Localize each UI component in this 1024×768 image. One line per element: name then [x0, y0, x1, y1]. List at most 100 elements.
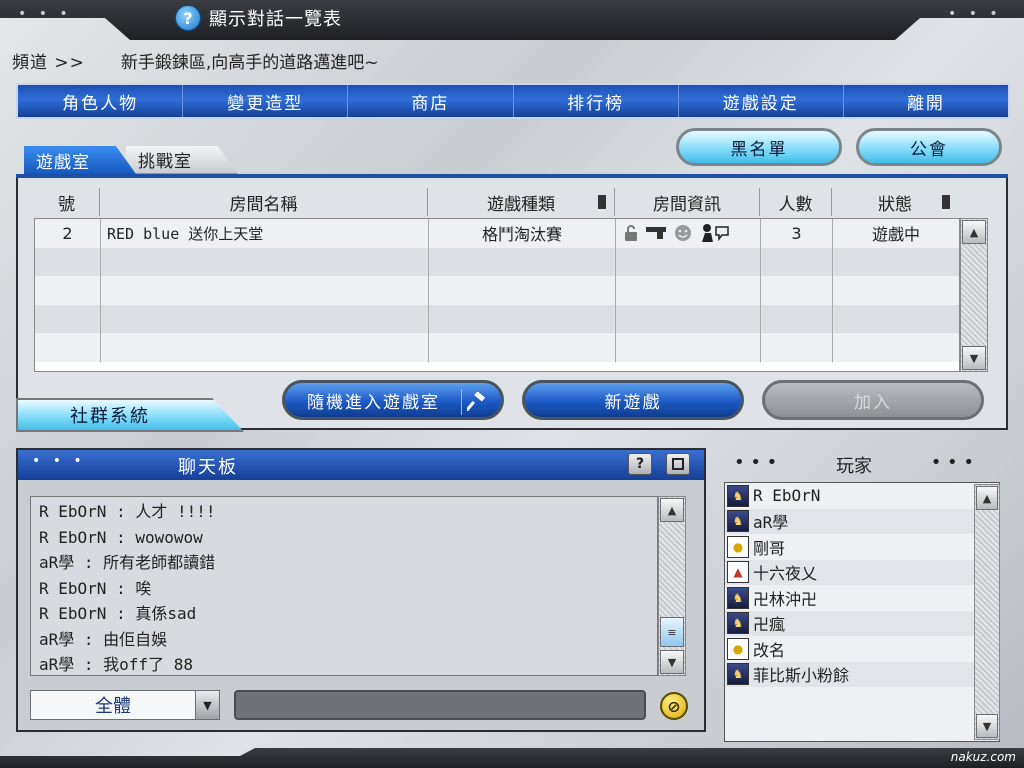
players-dots-left: • • •	[734, 452, 778, 473]
col-status[interactable]: 狀態	[832, 188, 958, 216]
guild-button[interactable]: 公會	[856, 128, 1002, 166]
player-list-scrollbar[interactable]: ▲ ▼	[974, 484, 1000, 740]
chat-header-dots: • • •	[32, 453, 86, 469]
menu-shop[interactable]: 商店	[348, 85, 514, 117]
avatar: ♞	[727, 612, 749, 635]
player-name: R EbOrN	[753, 486, 821, 506]
list-item[interactable]: ● 改名	[725, 636, 999, 662]
scroll-thumb[interactable]: ≡	[660, 617, 684, 647]
list-item[interactable]: ● 剛哥	[725, 534, 999, 560]
room-game-type: 格鬥淘汰賽	[429, 219, 616, 248]
menu-exit[interactable]: 離開	[844, 85, 1008, 117]
random-join-button[interactable]: 隨機進入遊戲室	[282, 380, 504, 420]
filter-icon[interactable]	[942, 195, 950, 209]
chat-log: R EbOrN : 人才 !!!! R EbOrN : wowowow aR學 …	[30, 496, 658, 676]
chat-message: R EbOrN : wowowow	[39, 527, 203, 547]
room-panel-accent	[16, 174, 1008, 178]
title-dots-left: • • •	[18, 6, 72, 22]
chat-message: aR學 : 我off了 88	[39, 655, 193, 674]
room-player-count: 3	[761, 219, 833, 248]
room-status: 遊戲中	[871, 225, 920, 245]
scroll-down-icon[interactable]: ▼	[660, 650, 684, 674]
avatar: ▲	[727, 561, 749, 584]
channel-row: 頻道 >> 新手鍛鍊區,向高手的道路邁進吧~	[12, 48, 379, 73]
room-name: RED blue 送你上天堂	[101, 219, 429, 248]
list-item[interactable]: ♞ 菲比斯小粉餘 ⚔	[725, 661, 999, 687]
col-player-count[interactable]: 人數	[760, 188, 832, 216]
list-item[interactable]: ♞ R EbOrN	[725, 483, 999, 509]
player-name: 改名	[753, 640, 786, 660]
player-icon	[698, 223, 732, 243]
chat-input[interactable]	[234, 690, 646, 720]
avatar: ♞	[727, 663, 749, 686]
chat-scope-value: 全體	[95, 696, 131, 717]
block-icon[interactable]: ⊘	[660, 692, 688, 720]
scroll-up-icon[interactable]: ▲	[976, 486, 998, 510]
player-name: 卍瘋	[753, 615, 786, 635]
hammer-icon	[461, 389, 491, 415]
menu-ranking[interactable]: 排行榜	[514, 85, 679, 117]
scroll-up-icon[interactable]: ▲	[660, 498, 684, 522]
room-list: 2 RED blue 送你上天堂 格鬥淘汰賽 3 遊戲中	[34, 218, 960, 372]
tab-challenge-room[interactable]: 挑戰室	[126, 146, 238, 174]
chat-message: aR學 : 由佢自娛	[39, 629, 168, 649]
list-item[interactable]: ♞ 卍瘋 ⚔	[725, 610, 999, 636]
avatar: ●	[727, 637, 749, 660]
title-bar	[0, 0, 1024, 40]
smile-icon	[672, 223, 694, 243]
scroll-up-icon[interactable]: ▲	[962, 220, 986, 244]
gun-icon	[646, 223, 668, 243]
col-room-info[interactable]: 房間資訊	[615, 188, 760, 216]
blacklist-button[interactable]: 黑名單	[676, 128, 842, 166]
player-name: 十六夜乂	[753, 564, 818, 584]
col-game-type[interactable]: 遊戲種類	[428, 188, 615, 216]
table-row[interactable]	[35, 247, 959, 276]
main-menu: 角色人物 變更造型 商店 排行榜 遊戲設定 離開	[16, 83, 1010, 119]
chat-scrollbar[interactable]: ▲ ≡ ▼	[658, 496, 686, 676]
players-header: • • • 玩家 • • •	[734, 452, 974, 478]
player-list: ♞ R EbOrN ♞ aR學 ● 剛哥 ▲ 十六夜乂 ♞ 卍林沖卍 ⚔ ♞ 卍…	[724, 482, 1000, 742]
avatar: ♞	[727, 484, 749, 507]
table-row[interactable]	[35, 304, 959, 333]
window-title-text: 顯示對話一覽表	[209, 9, 342, 30]
tab-social-system[interactable]: 社群系統	[16, 398, 244, 432]
scroll-down-icon[interactable]: ▼	[976, 714, 998, 738]
col-number[interactable]: 號	[34, 188, 100, 216]
help-icon[interactable]: ?	[175, 5, 201, 31]
col-game-type-label: 遊戲種類	[487, 194, 555, 215]
title-dots-right: • • •	[948, 6, 1002, 22]
chevron-down-icon[interactable]: ▼	[195, 691, 219, 719]
player-name: aR學	[753, 513, 789, 533]
watermark: nakuz.com	[950, 750, 1016, 764]
chat-scope-select[interactable]: 全體 ▼	[30, 690, 220, 720]
table-row[interactable]	[35, 276, 959, 305]
menu-character[interactable]: 角色人物	[18, 85, 184, 117]
channel-label: 頻道 >>	[12, 53, 85, 73]
col-room-name[interactable]: 房間名稱	[100, 188, 428, 216]
table-row[interactable]: 2 RED blue 送你上天堂 格鬥淘汰賽 3 遊戲中	[35, 219, 959, 248]
room-table-header: 號 房間名稱 遊戲種類 房間資訊 人數 狀態	[34, 188, 988, 216]
col-status-label: 狀態	[878, 194, 912, 215]
list-item[interactable]: ♞ aR學	[725, 508, 999, 534]
chat-window-icon[interactable]	[666, 453, 690, 475]
player-name: 卍林沖卍	[753, 589, 818, 609]
join-button[interactable]: 加入	[762, 380, 984, 420]
channel-message: 新手鍛鍊區,向高手的道路邁進吧~	[120, 53, 379, 73]
players-dots-right: • • •	[930, 452, 974, 473]
new-game-button[interactable]: 新遊戲	[522, 380, 744, 420]
scroll-down-icon[interactable]: ▼	[962, 346, 986, 370]
menu-game-settings[interactable]: 遊戲設定	[679, 85, 844, 117]
list-item[interactable]: ▲ 十六夜乂	[725, 559, 999, 585]
tab-game-room[interactable]: 遊戲室	[24, 146, 136, 174]
menu-change-look[interactable]: 變更造型	[183, 85, 349, 117]
chat-help-icon[interactable]: ?	[628, 453, 652, 475]
table-row[interactable]	[35, 333, 959, 362]
chat-title: 聊天板	[178, 457, 238, 478]
filter-icon[interactable]	[598, 195, 606, 209]
room-list-scrollbar[interactable]: ▲ ▼	[960, 218, 988, 372]
list-item[interactable]: ♞ 卍林沖卍 ⚔	[725, 585, 999, 611]
room-info	[616, 219, 761, 248]
player-name: 菲比斯小粉餘	[753, 666, 850, 686]
avatar: ♞	[727, 510, 749, 533]
room-number: 2	[35, 219, 101, 248]
